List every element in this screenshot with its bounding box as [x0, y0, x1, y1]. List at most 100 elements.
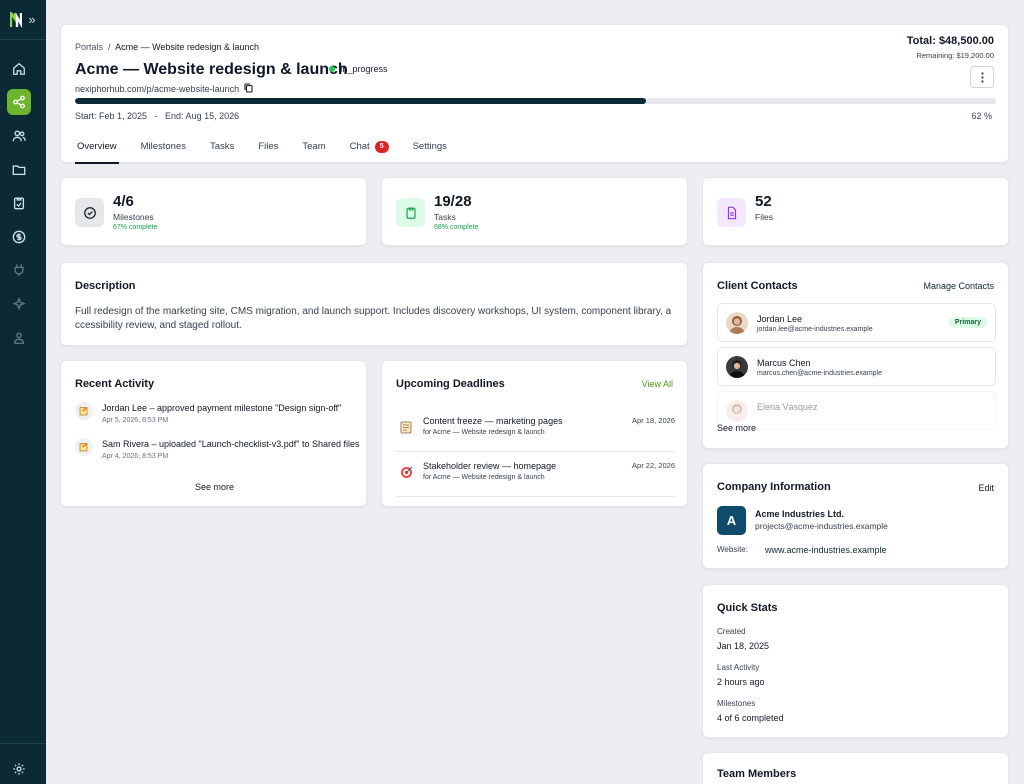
stat-value: 4/6: [113, 193, 134, 210]
settings-icon[interactable]: [7, 756, 31, 782]
budget-total: Total: $48,500.00: [906, 35, 994, 47]
contact-email: marcus.chen@acme-industries.example: [757, 370, 882, 377]
status-label: In_progress: [340, 64, 388, 74]
stat-value: Jan 18, 2025: [717, 641, 770, 651]
team-members-card: Team Members: [702, 752, 1009, 784]
breadcrumb-separator: /: [108, 42, 111, 52]
stat-sub: 67% complete: [113, 224, 158, 231]
tab-label: Team: [302, 141, 326, 152]
tab-milestones[interactable]: Milestones: [139, 137, 188, 164]
logo[interactable]: [10, 11, 23, 28]
tab-team[interactable]: Team: [300, 137, 327, 164]
project-url: nexiphorhub.com/p/acme-website-launch: [75, 83, 253, 95]
contact-name: Elena Vásquez: [757, 402, 818, 412]
tab-label: Tasks: [210, 141, 235, 152]
view-all-link[interactable]: View All: [642, 379, 673, 389]
description-card: Description Full redesign of the marketi…: [60, 262, 688, 346]
notepad-icon: [399, 420, 413, 434]
dollar-icon[interactable]: [7, 224, 31, 250]
contact-email: jordan.lee@acme-industries.example: [757, 326, 873, 333]
plug-icon[interactable]: [7, 257, 31, 283]
sparkle-icon[interactable]: [7, 291, 31, 317]
more-options-button[interactable]: [970, 66, 994, 88]
contacts-title: Client Contacts: [717, 280, 798, 292]
edit-company-button[interactable]: Edit: [978, 483, 994, 493]
stat-label: Files: [755, 212, 773, 222]
activity-message: Jordan Lee – approved payment milestone …: [102, 403, 342, 413]
deadline-sub: for Acme — Website redesign & launch: [423, 429, 545, 436]
kebab-icon: [980, 71, 984, 83]
quick-stats-title: Quick Stats: [717, 602, 778, 614]
clipboard-icon: [396, 198, 425, 227]
stat-value: 52: [755, 193, 772, 210]
breadcrumb: Portals / Acme — Website redesign & laun…: [75, 42, 259, 52]
expand-sidebar-icon[interactable]: »: [28, 13, 35, 26]
tab-label: Chat: [349, 141, 370, 152]
stat-label: Created: [717, 627, 746, 636]
tasks-stat-card[interactable]: 19/28 Tasks 68% complete: [381, 177, 688, 246]
deadlines-title: Upcoming Deadlines: [396, 378, 505, 390]
activity-time: Apr 5, 2026, 8:53 PM: [102, 417, 169, 424]
manage-contacts-link[interactable]: Manage Contacts: [923, 281, 994, 291]
website-link[interactable]: www.acme-industries.example: [765, 545, 887, 555]
progress-percent: 62 %: [971, 111, 992, 121]
company-title: Company Information: [717, 481, 831, 493]
tab-chat[interactable]: Chat 5: [348, 137, 391, 164]
tab-files[interactable]: Files: [256, 137, 280, 164]
breadcrumb-root[interactable]: Portals: [75, 42, 103, 52]
activity-see-more-link[interactable]: See more: [61, 482, 368, 492]
avatar: [726, 400, 748, 422]
milestones-stat-card[interactable]: 4/6 Milestones 67% complete: [60, 177, 367, 246]
tab-label: Files: [258, 141, 279, 152]
activity-time: Apr 4, 2026, 8:53 PM: [102, 453, 169, 460]
stat-value: 4 of 6 completed: [717, 713, 784, 723]
deadline-date: Apr 22, 2026: [632, 461, 675, 470]
stat-label: Tasks: [434, 212, 456, 222]
deadline-date: Apr 18, 2026: [632, 416, 675, 425]
target-icon: [399, 465, 413, 479]
stat-label: Milestones: [113, 212, 154, 222]
stat-value: 19/28: [434, 193, 472, 210]
contact-name: Marcus Chen: [757, 358, 811, 368]
users-icon[interactable]: [7, 123, 31, 149]
description-title: Description: [75, 280, 136, 292]
tab-label: Overview: [77, 141, 117, 152]
activity-text: Sam Rivera – uploaded "Launch-checklist-…: [102, 438, 360, 463]
list-item[interactable]: Stakeholder review — homepage for Acme —…: [396, 457, 675, 497]
company-information-card: Company Information Edit A Acme Industri…: [702, 463, 1009, 569]
copy-icon[interactable]: [244, 83, 253, 95]
contact-item[interactable]: Jordan Lee jordan.lee@acme-industries.ex…: [717, 303, 996, 342]
progress-fill: [75, 98, 647, 104]
files-stat-card[interactable]: 52 Files: [702, 177, 1009, 246]
deadline-title: Content freeze — marketing pages: [423, 416, 563, 426]
activity-message: Sam Rivera – uploaded "Launch-checklist-…: [102, 439, 360, 449]
tab-settings[interactable]: Settings: [411, 137, 449, 164]
user-group-icon[interactable]: [7, 325, 31, 351]
avatar: [726, 356, 748, 378]
tab-tasks[interactable]: Tasks: [208, 137, 236, 164]
recent-activity-card: Recent Activity Jordan Lee – approved pa…: [60, 360, 367, 507]
check-circle-icon: [75, 198, 104, 227]
tab-overview[interactable]: Overview: [75, 137, 119, 164]
home-icon[interactable]: [7, 56, 31, 82]
activity-text: Jordan Lee – approved payment milestone …: [102, 402, 360, 427]
clipboard-icon[interactable]: [7, 190, 31, 216]
company-name: Acme Industries Ltd.: [755, 509, 845, 519]
contact-item[interactable]: Elena Vásquez: [717, 391, 996, 430]
upcoming-deadlines-card: Upcoming Deadlines View All Content free…: [381, 360, 688, 507]
description-text: Full redesign of the marketing site, CMS…: [75, 306, 672, 331]
project-header: Portals / Acme — Website redesign & laun…: [60, 24, 1009, 164]
activity-title: Recent Activity: [75, 378, 155, 390]
team-title: Team Members: [717, 768, 797, 780]
share-nodes-icon[interactable]: [7, 89, 31, 115]
tab-label: Settings: [412, 141, 447, 152]
budget-remaining: Remaining: $19,200.00: [916, 51, 994, 60]
sidebar-divider: [0, 743, 46, 744]
company-logo: A: [717, 506, 746, 535]
contact-item[interactable]: Marcus Chen marcus.chen@acme-industries.…: [717, 347, 996, 386]
list-item[interactable]: Content freeze — marketing pages for Acm…: [396, 412, 675, 452]
folder-icon[interactable]: [7, 157, 31, 183]
page-title: Acme — Website redesign & launch: [75, 61, 348, 78]
avatar: [726, 312, 748, 334]
contacts-see-more-link[interactable]: See more: [717, 423, 756, 433]
